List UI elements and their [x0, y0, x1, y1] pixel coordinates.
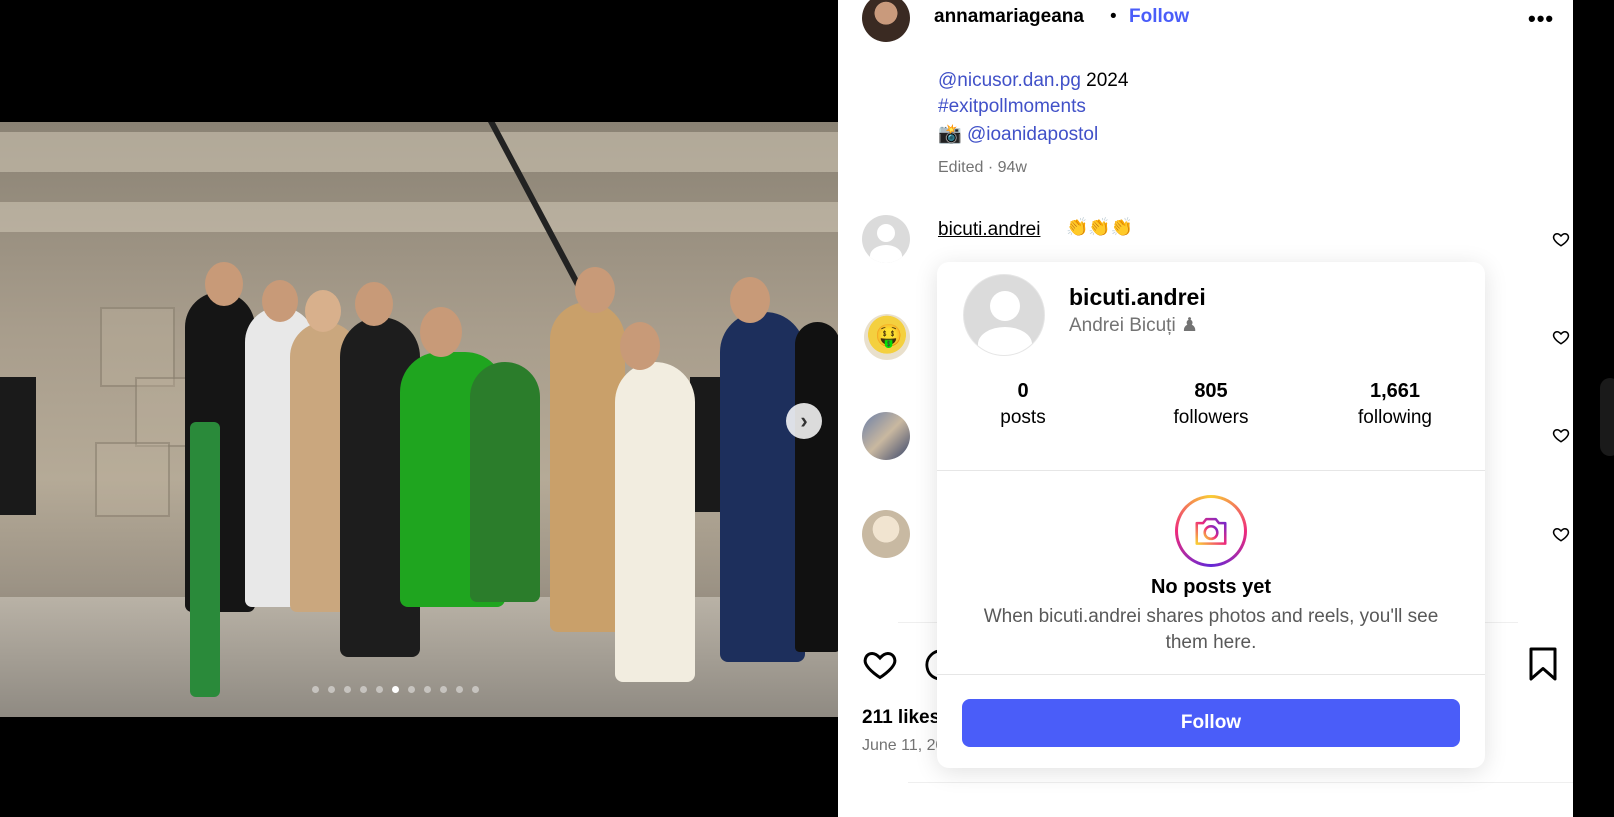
carousel-dot: [440, 686, 447, 693]
follow-button[interactable]: Follow: [962, 699, 1460, 747]
caption-hashtag[interactable]: #exitpollmoments: [938, 96, 1086, 117]
author-username[interactable]: annamariageana: [934, 6, 1084, 28]
comment-like-heart-icon[interactable]: [1552, 328, 1570, 346]
carousel-dot: [424, 686, 431, 693]
caption-line: @nicusor.dan.pg 2024: [938, 70, 1128, 92]
header-follow-link[interactable]: Follow: [1129, 6, 1189, 28]
carousel-dot: [376, 686, 383, 693]
comment-avatar[interactable]: 🤑: [864, 314, 910, 360]
person: [470, 362, 540, 602]
post-media: ›: [0, 0, 838, 817]
default-avatar-icon: [990, 291, 1020, 321]
scroll-handle[interactable]: [1600, 378, 1614, 456]
carousel-dot: [312, 686, 319, 693]
comment-like-heart-icon[interactable]: [1552, 525, 1570, 543]
caption-mention[interactable]: @nicusor.dan.pg: [938, 70, 1081, 91]
header-separator: •: [1110, 6, 1117, 27]
person-head: [205, 262, 243, 306]
stat-posts: 0 posts: [943, 380, 1103, 429]
stat-value: 805: [1194, 380, 1228, 402]
stat-label: posts: [1000, 407, 1046, 428]
wall-stone: [95, 442, 170, 517]
comment-username[interactable]: bicuti.andrei: [938, 219, 1040, 241]
comment-like-heart-icon[interactable]: [1552, 426, 1570, 444]
camera-icon: [1175, 495, 1247, 567]
carousel-dot: [344, 686, 351, 693]
divider: [908, 782, 1573, 783]
hovercard-full-name: Andrei Bicuți ♟: [1069, 315, 1198, 336]
comment-text: 👏👏👏: [1066, 217, 1134, 237]
person-head: [620, 322, 660, 370]
empty-state-title: No posts yet: [1150, 576, 1272, 598]
profile-hover-card: bicuti.andrei Andrei Bicuți ♟ 0 posts 80…: [937, 262, 1485, 768]
person: [795, 322, 838, 652]
divider: [937, 470, 1485, 471]
carousel-dots: [312, 686, 479, 693]
wall-stone: [100, 307, 175, 387]
stat-label: following: [1358, 407, 1432, 428]
stat-label: followers: [1173, 407, 1249, 428]
wall-cornice: [0, 202, 838, 232]
stat-value: 0: [1017, 380, 1029, 402]
empty-state-description: When bicuti.andrei shares photos and ree…: [983, 606, 1439, 653]
divider: [937, 674, 1485, 675]
comment-avatar[interactable]: [862, 510, 910, 558]
heart-icon[interactable]: [862, 646, 898, 682]
person-head: [730, 277, 770, 323]
likes-count[interactable]: 211 likes: [862, 707, 940, 729]
person-head: [305, 290, 341, 332]
caption-mention[interactable]: @ioanidapostol: [967, 124, 1098, 145]
wall-cornice: [0, 132, 838, 172]
caption-edited-time: Edited · 94w: [938, 159, 1027, 176]
carousel-dot: [408, 686, 415, 693]
building-window: [0, 377, 36, 515]
caption-line: #exitpollmoments: [938, 96, 1086, 118]
comment-like-heart-icon[interactable]: [1552, 230, 1570, 248]
hovercard-username[interactable]: bicuti.andrei: [1069, 284, 1206, 311]
caption-text: 2024: [1080, 70, 1129, 91]
comment-avatar[interactable]: [862, 215, 910, 263]
caption-line: 📸 @ioanidapostol: [938, 122, 1098, 146]
carousel-dot: [472, 686, 479, 693]
camera-emoji-icon: 📸: [938, 124, 962, 145]
person: [720, 312, 805, 662]
carousel-dot: [360, 686, 367, 693]
carousel-dot: [328, 686, 335, 693]
stat-followers[interactable]: 805 followers: [1131, 380, 1291, 429]
carousel-dot: [392, 686, 399, 693]
person-head: [262, 280, 298, 322]
money-face-icon: 🤑: [875, 323, 903, 348]
person: [615, 362, 695, 682]
carousel-next-button[interactable]: ›: [786, 403, 822, 439]
carousel-dot: [456, 686, 463, 693]
bookmark-icon[interactable]: [1528, 646, 1558, 682]
more-horizontal-icon[interactable]: •••: [1528, 6, 1554, 32]
scooter: [190, 422, 220, 697]
stat-following[interactable]: 1,661 following: [1315, 380, 1475, 429]
person-head: [575, 267, 615, 313]
person-head: [355, 282, 393, 326]
person-head: [420, 307, 462, 357]
person: [550, 302, 625, 632]
stat-value: 1,661: [1369, 380, 1421, 402]
comment-avatar[interactable]: [862, 412, 910, 460]
chevron-right-icon: ›: [800, 408, 808, 433]
hovercard-avatar[interactable]: [963, 274, 1045, 356]
author-avatar[interactable]: [862, 0, 910, 42]
post-photo: [0, 122, 838, 717]
